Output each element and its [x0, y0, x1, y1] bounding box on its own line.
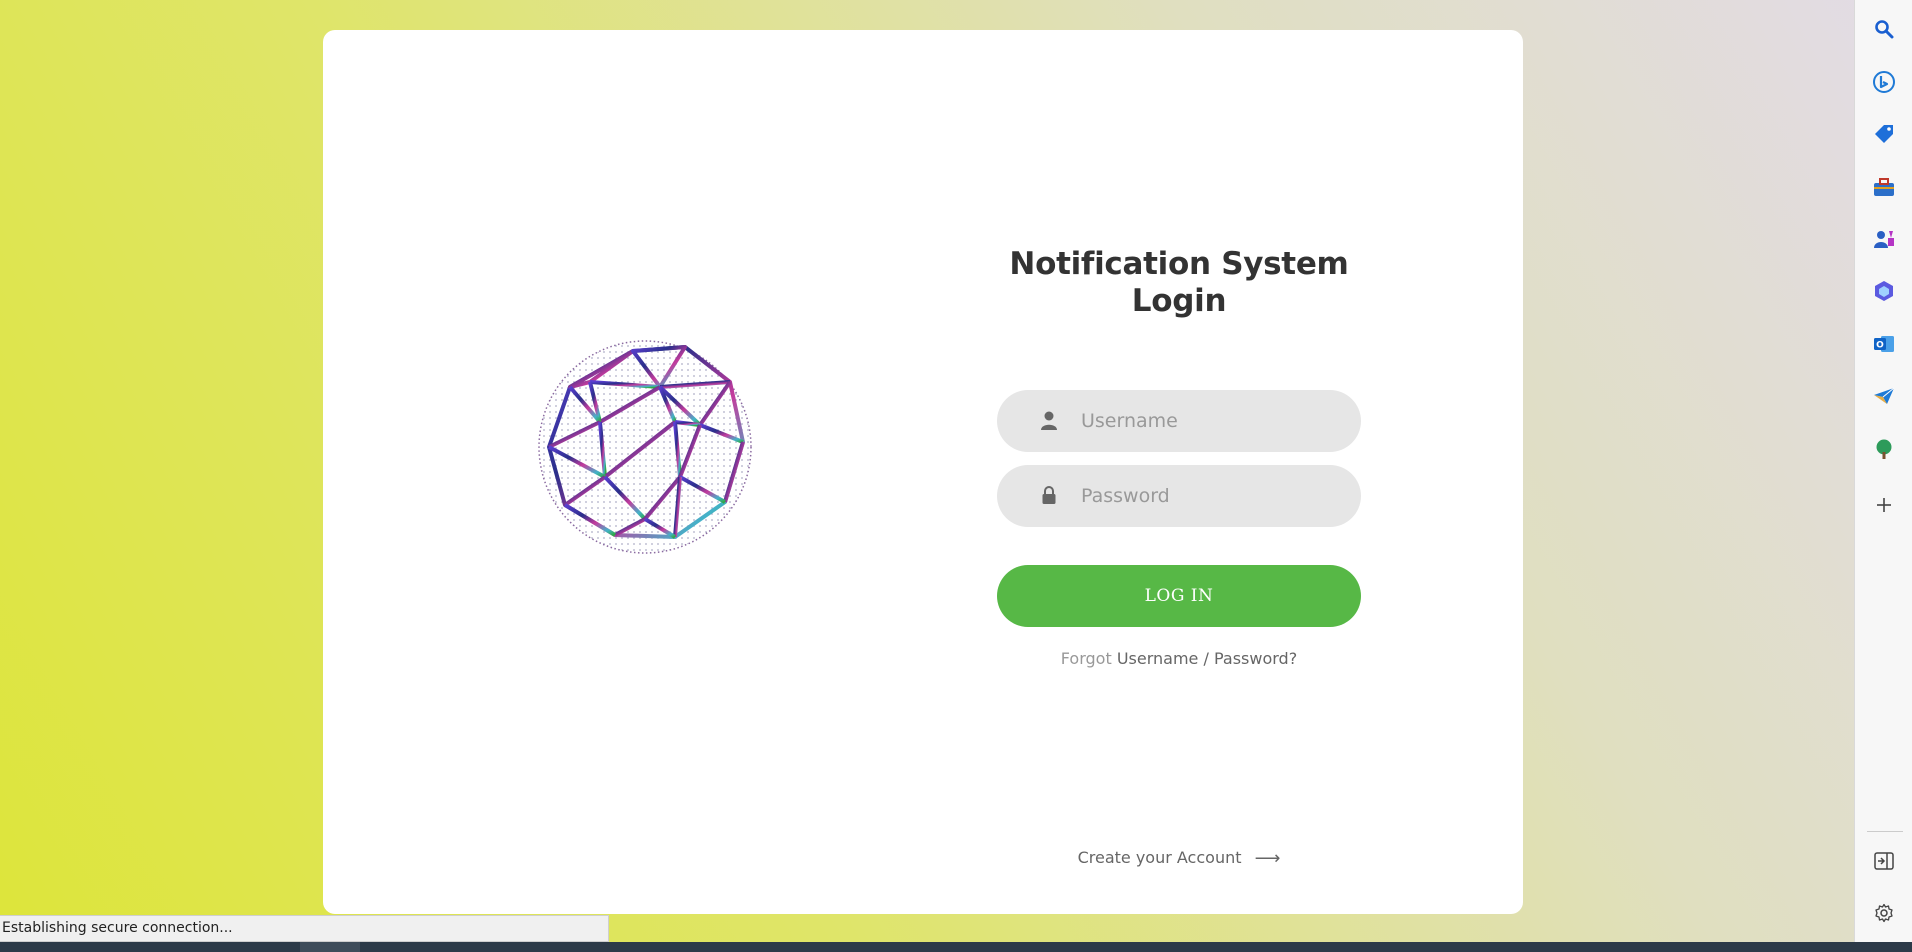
taskbar-item[interactable] [300, 942, 360, 952]
login-form: Notification System Login LOG IN Forgot [997, 246, 1361, 668]
sidebar-divider [1867, 831, 1903, 832]
password-field[interactable] [997, 465, 1361, 527]
forgot-credentials: Forgot Username / Password? [997, 649, 1361, 668]
create-account: Create your Account ⟶ [997, 848, 1361, 869]
shopping-tag-icon[interactable] [1871, 121, 1897, 147]
password-input[interactable] [1081, 465, 1341, 527]
create-account-label: Create your Account [1077, 848, 1242, 867]
user-icon [1039, 410, 1059, 432]
svg-text:O: O [1876, 341, 1884, 351]
status-bar: Establishing secure connection... [0, 915, 609, 942]
forgot-credentials-link[interactable]: Username / Password? [1117, 649, 1297, 668]
arrow-right-icon: ⟶ [1254, 848, 1281, 869]
create-account-link[interactable]: Create your Account ⟶ [1077, 848, 1281, 869]
tools-briefcase-icon[interactable] [1871, 174, 1897, 200]
username-input[interactable] [1081, 390, 1341, 452]
outlook-icon[interactable]: O [1871, 331, 1897, 357]
search-icon[interactable] [1871, 16, 1897, 42]
browser-sidebar: O [1854, 0, 1912, 952]
geodesic-globe-logo [535, 337, 755, 557]
settings-gear-icon[interactable] [1871, 900, 1897, 926]
office-icon[interactable] [1871, 278, 1897, 304]
games-icon[interactable] [1871, 226, 1897, 252]
forgot-prefix: Forgot [1060, 649, 1112, 668]
login-button[interactable]: LOG IN [997, 565, 1361, 627]
bing-chat-icon[interactable] [1871, 69, 1897, 95]
username-field[interactable] [997, 390, 1361, 452]
send-icon[interactable] [1871, 383, 1897, 409]
login-card: Notification System Login LOG IN Forgot [323, 30, 1523, 914]
add-icon[interactable] [1871, 492, 1897, 518]
lock-icon [1039, 485, 1059, 507]
taskbar [0, 942, 1912, 952]
tree-icon[interactable] [1871, 436, 1897, 462]
login-title: Notification System Login [1009, 246, 1349, 319]
sidebar-layout-icon[interactable] [1871, 848, 1897, 874]
